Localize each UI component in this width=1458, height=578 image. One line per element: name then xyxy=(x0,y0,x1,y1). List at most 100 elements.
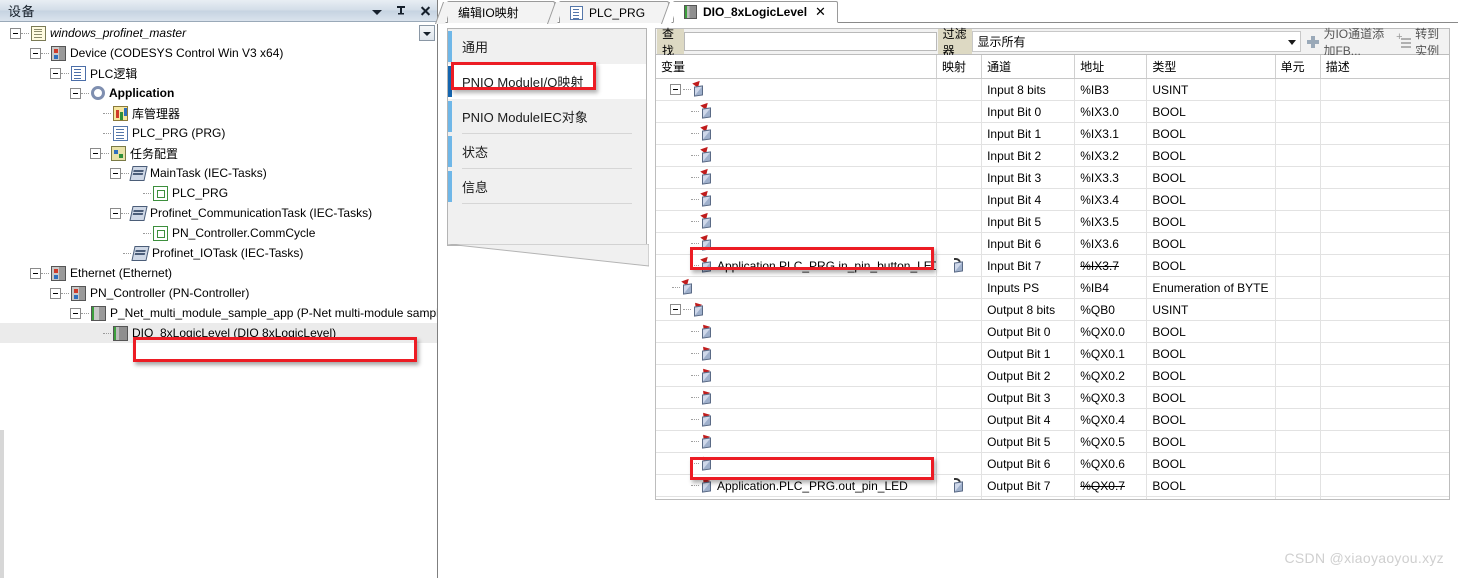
row-expander-minus-icon[interactable] xyxy=(670,304,681,315)
table-row[interactable]: Input Bit 4 %IX3.4 BOOL xyxy=(656,188,1449,211)
cell-mapping xyxy=(936,276,983,299)
cell-variable[interactable] xyxy=(656,232,938,255)
find-input[interactable] xyxy=(683,32,937,51)
table-row[interactable]: Output 8 bits %QB0 USINT xyxy=(656,298,1449,321)
cell-variable[interactable] xyxy=(656,210,938,233)
tree-item-p_net_multi_module_sample_app[interactable]: P_Net_multi_module_sample_app (P-Net mul… xyxy=(0,303,437,323)
cell-variable[interactable] xyxy=(656,430,938,453)
cell-variable[interactable] xyxy=(656,78,938,101)
table-row[interactable]: Output Bit 3 %QX0.3 BOOL xyxy=(656,386,1449,409)
module-tab-information[interactable]: 信息 xyxy=(448,169,646,204)
tree-item-plc_prg[interactable]: PLC_PRG xyxy=(0,183,437,203)
column-header-address[interactable]: 地址 xyxy=(1074,55,1148,79)
tree-expander-minus-icon[interactable] xyxy=(50,287,61,299)
cell-variable[interactable]: Application.PLC_PRG.in_pin_button_LED xyxy=(656,254,938,277)
io-mapping-table-container[interactable]: 变量 映射 通道 地址 类型 单元 描述 Input 8 bits %IB3 USINT Inpu… xyxy=(655,55,1450,500)
tree-expander-minus-icon[interactable] xyxy=(110,167,121,179)
module-tab-pnio-module-io-mapping[interactable]: PNIO ModuleI/O映射 xyxy=(448,64,646,99)
tree-item-profinet_communicationtask[interactable]: Profinet_CommunicationTask (IEC-Tasks) xyxy=(0,203,437,223)
row-connector xyxy=(691,419,699,420)
table-row[interactable]: Input Bit 2 %IX3.2 BOOL xyxy=(656,144,1449,167)
cell-variable[interactable] xyxy=(656,276,938,299)
cell-variable[interactable] xyxy=(656,144,938,167)
module-tab-pnio-module-iec-objects[interactable]: PNIO ModuleIEC对象 xyxy=(448,99,646,134)
table-row[interactable]: Input Bit 6 %IX3.6 BOOL xyxy=(656,232,1449,255)
cell-channel: Input Bit 0 xyxy=(981,100,1076,123)
cell-variable[interactable] xyxy=(656,452,938,475)
table-row[interactable]: Output Bit 5 %QX0.5 BOOL xyxy=(656,430,1449,453)
column-header-variable[interactable]: 变量 xyxy=(656,55,938,79)
cell-variable[interactable] xyxy=(656,166,938,189)
table-row[interactable]: Inputs PS %IB4 Enumeration of BYTE xyxy=(656,276,1449,299)
tree-item-plc逻辑[interactable]: PLC逻辑 xyxy=(0,63,437,83)
tree-item-pn_controllercommcycle[interactable]: PN_Controller.CommCycle xyxy=(0,223,437,243)
table-body: Input 8 bits %IB3 USINT Input Bit 0 %IX3.0 BO… xyxy=(656,78,1449,499)
tree-item-库管理器[interactable]: 库管理器 xyxy=(0,103,437,123)
tree-item-ethernet[interactable]: Ethernet (Ethernet) xyxy=(0,263,437,283)
tree-item-maintask[interactable]: MainTask (IEC-Tasks) xyxy=(0,163,437,183)
goto-instance-button[interactable]: 转到实例 xyxy=(1392,27,1449,58)
column-header-unit[interactable]: 单元 xyxy=(1275,55,1321,79)
tree-expander-minus-icon[interactable] xyxy=(110,207,121,219)
tree-expander-minus-icon[interactable] xyxy=(10,27,21,39)
row-expander-minus-icon[interactable] xyxy=(670,84,681,95)
cell-type: BOOL xyxy=(1146,232,1276,255)
tree-item-plc_prg[interactable]: PLC_PRG (PRG) xyxy=(0,123,437,143)
tree-item-profinet_iotask[interactable]: Profinet_IOTask (IEC-Tasks) xyxy=(0,243,437,263)
editor-tab-io[interactable]: 编辑IO映射 xyxy=(434,1,555,24)
cell-mapping xyxy=(936,188,983,211)
table-row[interactable]: Output Bit 0 %QX0.0 BOOL xyxy=(656,320,1449,343)
cell-variable[interactable] xyxy=(656,188,938,211)
tree-item-device[interactable]: Device (CODESYS Control Win V3 x64) xyxy=(0,43,437,63)
table-row[interactable]: Output Bit 6 %QX0.6 BOOL xyxy=(656,452,1449,475)
tree-expander-minus-icon[interactable] xyxy=(30,267,41,279)
cell-variable[interactable]: Application.PLC_PRG.out_pin_LED xyxy=(656,474,938,497)
tree-expander-minus-icon[interactable] xyxy=(70,87,81,99)
editor-tab-dio_8xlogiclevel[interactable]: DIO_8xLogicLevel ✕ xyxy=(660,1,838,24)
filter-select[interactable]: 显示所有 xyxy=(972,31,1302,52)
table-row[interactable]: Outputs CS%IB5Enumeration of BYTE xyxy=(656,496,1449,499)
table-row[interactable]: Input Bit 3 %IX3.3 BOOL xyxy=(656,166,1449,189)
table-row[interactable]: Output Bit 1 %QX0.1 BOOL xyxy=(656,342,1449,365)
close-icon[interactable] xyxy=(419,5,431,17)
cell-channel-text: Input Bit 3 xyxy=(987,170,1042,185)
tab-close-icon[interactable]: ✕ xyxy=(815,4,826,20)
add-fb-for-io-channel-button[interactable]: 为IO通道添加FB... xyxy=(1301,27,1392,58)
tree-item-windows_profinet_master[interactable]: windows_profinet_master xyxy=(0,23,437,43)
table-row[interactable]: Application.PLC_PRG.in_pin_button_LED Inp… xyxy=(656,254,1449,277)
cell-variable[interactable] xyxy=(656,386,938,409)
tree-item-application[interactable]: Application xyxy=(0,83,437,103)
tree-expander-minus-icon[interactable] xyxy=(30,47,41,59)
tree-expander-minus-icon[interactable] xyxy=(70,307,81,319)
column-header-type[interactable]: 类型 xyxy=(1146,55,1276,79)
tree-item-dio_8xlogiclevel[interactable]: DIO_8xLogicLevel (DIO 8xLogicLevel) xyxy=(0,323,437,343)
cell-variable[interactable] xyxy=(656,320,938,343)
cell-variable[interactable] xyxy=(656,342,938,365)
editor-tab-plc_prg[interactable]: PLC_PRG xyxy=(546,1,669,24)
cell-variable[interactable] xyxy=(656,496,938,499)
module-tab-status[interactable]: 状态 xyxy=(448,134,646,169)
cell-variable[interactable] xyxy=(656,408,938,431)
row-connector xyxy=(691,111,699,112)
pin-icon[interactable] xyxy=(395,5,407,17)
tree-item-任务配置[interactable]: 任务配置 xyxy=(0,143,437,163)
tree-expander-minus-icon[interactable] xyxy=(50,67,61,79)
column-header-description[interactable]: 描述 xyxy=(1320,55,1449,79)
table-row[interactable]: Input Bit 1 %IX3.1 BOOL xyxy=(656,122,1449,145)
table-row[interactable]: Input 8 bits %IB3 USINT xyxy=(656,78,1449,101)
column-header-channel[interactable]: 通道 xyxy=(981,55,1076,79)
table-row[interactable]: Input Bit 0 %IX3.0 BOOL xyxy=(656,100,1449,123)
cell-variable[interactable] xyxy=(656,298,938,321)
tree-item-pn_controller[interactable]: PN_Controller (PN-Controller) xyxy=(0,283,437,303)
caret-down-icon[interactable] xyxy=(371,5,383,17)
table-row[interactable]: Application.PLC_PRG.out_pin_LED Output Bi… xyxy=(656,474,1449,497)
table-row[interactable]: Output Bit 4 %QX0.4 BOOL xyxy=(656,408,1449,431)
column-header-mapping[interactable]: 映射 xyxy=(936,55,983,79)
cell-variable[interactable] xyxy=(656,100,938,123)
module-tab-general[interactable]: 通用 xyxy=(448,29,646,64)
table-row[interactable]: Input Bit 5 %IX3.5 BOOL xyxy=(656,210,1449,233)
tree-expander-minus-icon[interactable] xyxy=(90,147,101,159)
table-row[interactable]: Output Bit 2 %QX0.2 BOOL xyxy=(656,364,1449,387)
cell-variable[interactable] xyxy=(656,122,938,145)
cell-variable[interactable] xyxy=(656,364,938,387)
